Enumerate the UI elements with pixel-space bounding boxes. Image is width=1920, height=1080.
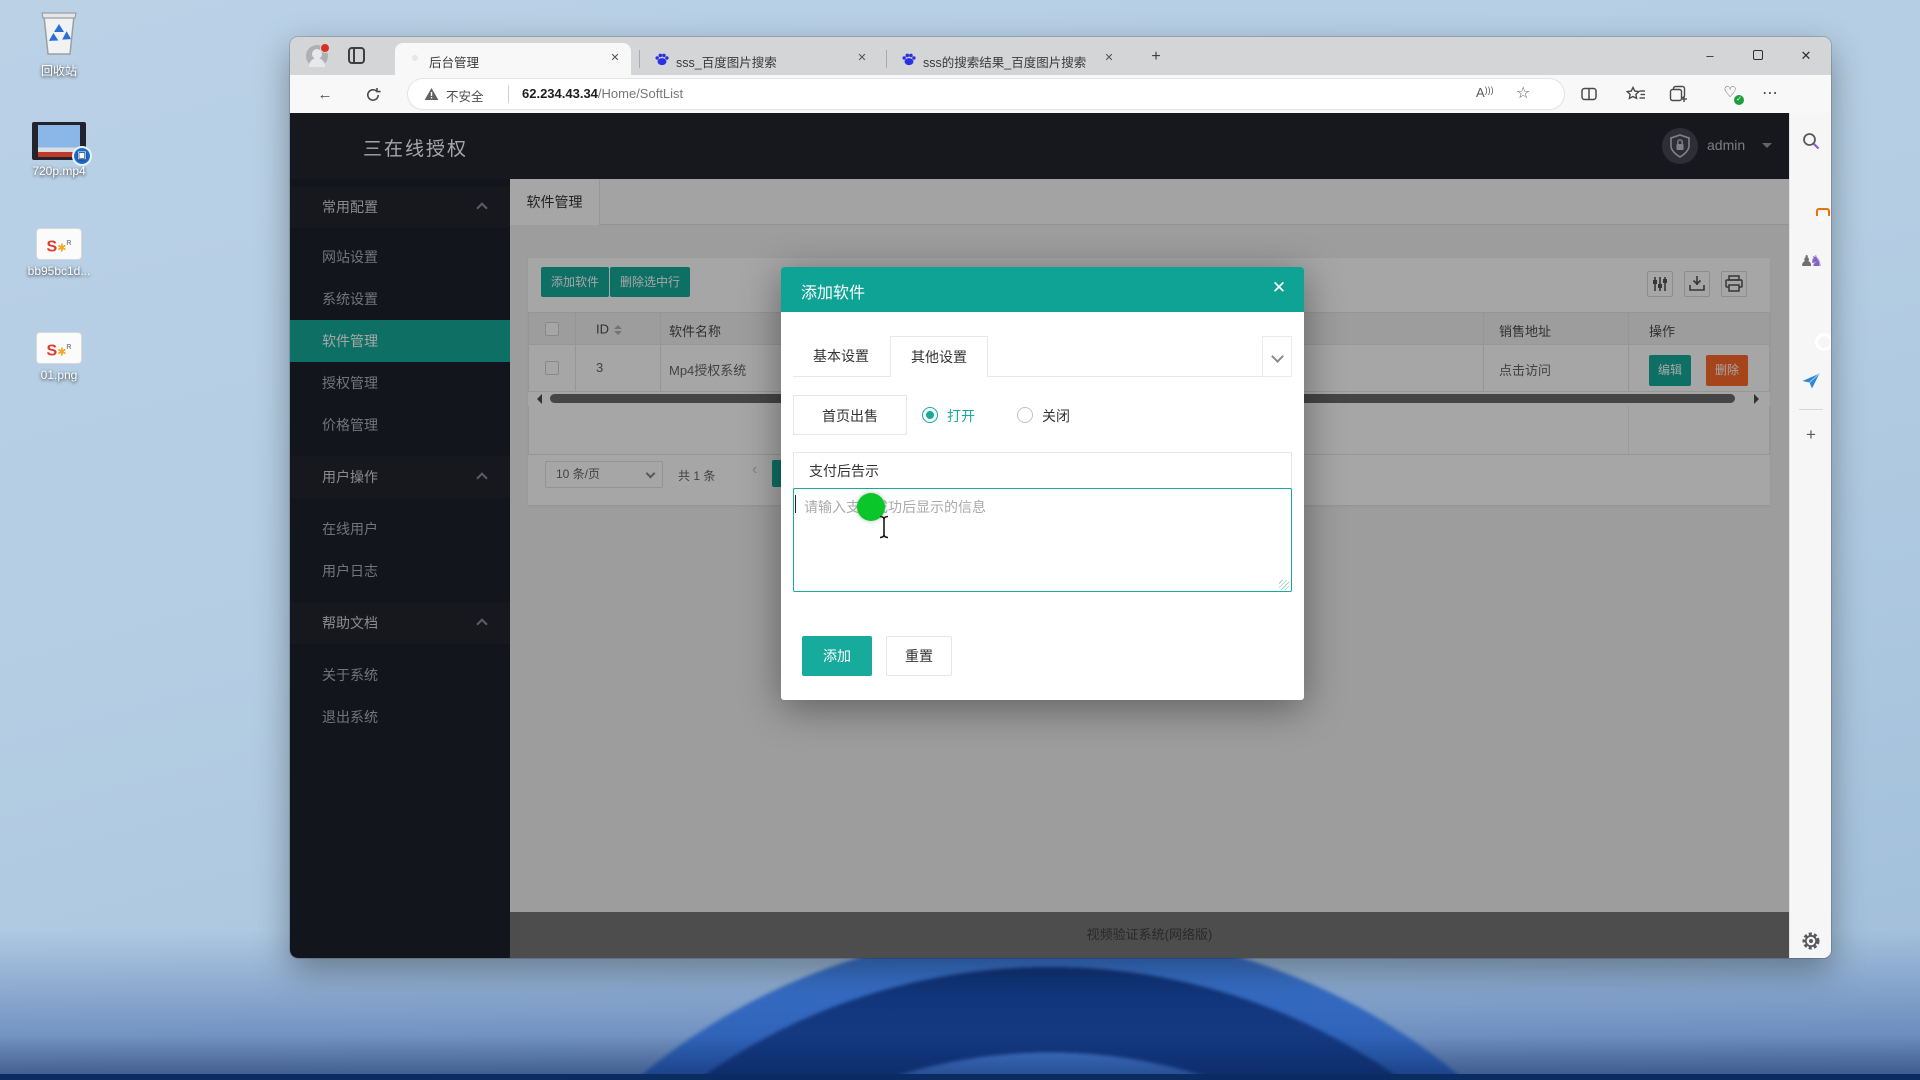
not-secure-warning-icon — [424, 87, 439, 106]
games-icon[interactable]: ♟♞ — [1800, 252, 1822, 274]
browser-essentials-icon[interactable]: ♡ ✓ — [1718, 83, 1742, 105]
text-cursor-icon — [878, 515, 890, 544]
tab-title: 后台管理 — [429, 52, 597, 71]
window-minimize-button[interactable]: – — [1689, 41, 1731, 71]
add-software-modal: 添加软件 ✕ 基本设置 其他设置 首页出售 打开 关闭 支付后告示 添加 重置 — [781, 267, 1304, 700]
add-sidebar-app-icon[interactable]: + — [1800, 425, 1822, 447]
tab-title: sss_百度图片搜索 — [676, 52, 844, 71]
url-text[interactable]: 62.234.43.34/Home/SoftList — [522, 86, 683, 101]
modal-tab-other-settings[interactable]: 其他设置 — [890, 336, 988, 377]
reset-button[interactable]: 重置 — [886, 636, 952, 676]
tab-close-icon[interactable]: ✕ — [607, 51, 623, 67]
media-player-badge-icon: ▣ — [72, 146, 92, 166]
tab-baidu-search-results[interactable]: sss的搜索结果_百度图片搜索 ✕ — [889, 43, 1125, 75]
maximize-icon — [1753, 50, 1763, 60]
tab-close-icon[interactable]: ✕ — [854, 51, 870, 67]
chevron-down-icon — [1271, 350, 1284, 363]
radio-open[interactable] — [922, 407, 938, 423]
admin-site-favicon — [407, 51, 423, 67]
refresh-button[interactable] — [360, 82, 386, 108]
desktop-icon-video-file[interactable]: ▣ 720p.mp4 — [13, 122, 105, 178]
submit-add-button[interactable]: 添加 — [802, 636, 872, 676]
workspaces-icon[interactable] — [348, 47, 365, 64]
modal-tab-basic-settings[interactable]: 基本设置 — [801, 336, 881, 377]
desktop-icon-label: 01.png — [41, 368, 78, 382]
recycle-bin-icon — [36, 8, 82, 58]
favorites-icon[interactable] — [1624, 83, 1648, 105]
outlook-icon[interactable] — [1800, 329, 1822, 351]
radio-close-label[interactable]: 关闭 — [1042, 406, 1070, 426]
tab-baidu-images[interactable]: sss_百度图片搜索 ✕ — [642, 43, 878, 75]
favorite-star-icon[interactable]: ☆ — [1516, 83, 1530, 103]
edge-sidebar-rail: ♟♞ + — [1789, 113, 1831, 958]
microsoft365-icon[interactable] — [1800, 291, 1822, 313]
text-caret — [795, 495, 796, 513]
image-app-file-icon: S✱R — [36, 332, 82, 364]
tab-admin-panel[interactable]: 后台管理 ✕ — [395, 43, 631, 75]
desktop-icon-01png-file[interactable]: S✱R 01.png — [13, 332, 105, 382]
textarea-resize-handle[interactable] — [1279, 580, 1289, 590]
tools-icon[interactable] — [1800, 212, 1822, 234]
shopping-icon[interactable] — [1800, 171, 1822, 193]
search-icon[interactable] — [1800, 131, 1822, 153]
back-button[interactable]: ← — [312, 82, 338, 108]
modal-header: 添加软件 ✕ — [781, 267, 1304, 312]
settings-more-icon[interactable]: ⋯ — [1758, 83, 1782, 105]
browser-window: 后台管理 ✕ sss_百度图片搜索 ✕ — [290, 37, 1831, 958]
modal-title: 添加软件 — [801, 279, 865, 303]
split-screen-icon[interactable] — [1577, 83, 1601, 105]
radio-close[interactable] — [1017, 407, 1033, 423]
modal-tab-more-button[interactable] — [1262, 336, 1292, 377]
security-label[interactable]: 不安全 — [446, 86, 484, 105]
address-bar[interactable]: 不安全 62.234.43.34/Home/SoftList A))) ☆ — [408, 79, 1564, 109]
video-file-icon: ▣ — [32, 122, 86, 160]
gear-icon[interactable] — [1800, 931, 1822, 953]
image-app-file-icon: S✱R — [36, 228, 82, 260]
baidu-paw-favicon — [654, 51, 670, 67]
desktop-icon-bb95-file[interactable]: S✱R bb95bc1d... — [13, 228, 105, 278]
desktop-icon-recycle-bin[interactable]: 回收站 — [13, 8, 105, 79]
homepage-sale-label: 首页出售 — [793, 395, 907, 435]
read-aloud-icon[interactable]: A))) — [1476, 85, 1494, 100]
wallpaper-bottom-edge — [0, 1074, 1920, 1080]
browser-tab-strip: 后台管理 ✕ sss_百度图片搜索 ✕ — [290, 37, 1831, 75]
desktop: 回收站 ▣ 720p.mp4 S✱R bb95bc1d... S✱R 01.pn… — [0, 0, 1920, 1080]
collections-icon[interactable] — [1666, 83, 1690, 105]
new-tab-button[interactable]: + — [1145, 46, 1167, 68]
desktop-icon-label: 720p.mp4 — [32, 164, 85, 178]
browser-toolbar: ← 不安全 62.234.43.34/Home/SoftList A))) ☆ — [290, 75, 1831, 113]
desktop-icon-label: bb95bc1d... — [28, 264, 91, 278]
modal-close-icon[interactable]: ✕ — [1268, 278, 1290, 298]
tab-close-icon[interactable]: ✕ — [1101, 51, 1117, 67]
payment-notice-label: 支付后告示 — [793, 452, 1292, 489]
browser-viewport: 三在线授权 admin 常用配置 网站设置 系统设置 — [290, 113, 1831, 958]
tab-title: sss的搜索结果_百度图片搜索 — [923, 52, 1091, 71]
radio-open-label[interactable]: 打开 — [947, 406, 975, 426]
browser-profile-button[interactable] — [306, 45, 328, 67]
window-maximize-button[interactable] — [1737, 41, 1779, 71]
drop-icon[interactable] — [1800, 371, 1822, 393]
window-close-button[interactable]: ✕ — [1785, 41, 1827, 71]
desktop-icon-label: 回收站 — [41, 64, 77, 78]
baidu-paw-favicon — [901, 51, 917, 67]
essentials-check-badge: ✓ — [1734, 95, 1744, 105]
